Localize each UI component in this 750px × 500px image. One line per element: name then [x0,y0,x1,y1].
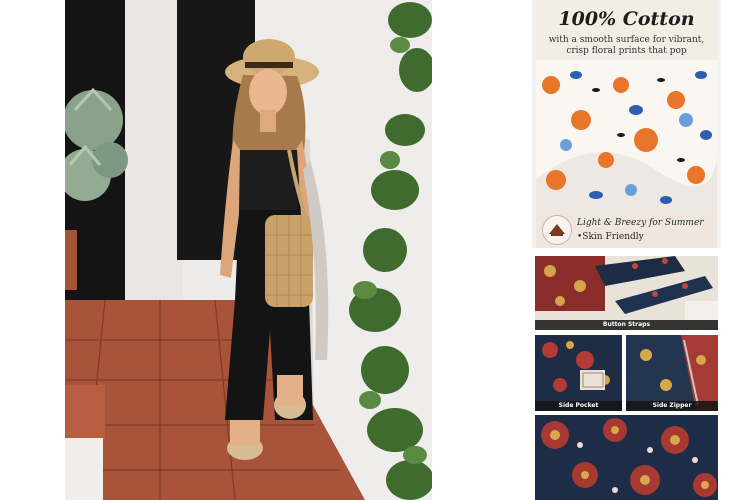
feature-light-breezy: Light & Breezy for Summer [577,218,704,228]
brand-badge-icon [542,215,572,245]
thumbnail-pattern-closeup[interactable] [535,415,718,500]
fabric-card-subtitle-line1: with a smooth surface for vibrant, [548,35,705,45]
thumbnail-button-straps[interactable]: Button Straps [535,256,718,330]
fabric-card-subtitle-line2: crisp floral prints that pop [566,46,687,56]
side-zipper-caption: Side Zipper [626,401,718,411]
fabric-card-subtitle: with a smooth surface for vibrant, crisp… [542,35,711,57]
floral-fabric-swatch [536,60,717,212]
thumbnail-side-zipper[interactable]: Side Zipper [626,335,718,411]
side-pocket-caption: Side Pocket [535,401,622,411]
fabric-card-footer: Light & Breezy for Summer •Skin Friendly [536,212,717,248]
button-straps-caption: Button Straps [535,320,718,330]
thumbnail-fabric-card[interactable]: 100% Cotton with a smooth surface for vi… [532,0,721,248]
main-product-image[interactable] [65,0,432,500]
thumbnail-side-pocket[interactable]: Side Pocket [535,335,622,411]
feature-skin-friendly: •Skin Friendly [577,232,644,242]
fabric-card-title: 100% Cotton [558,8,695,30]
